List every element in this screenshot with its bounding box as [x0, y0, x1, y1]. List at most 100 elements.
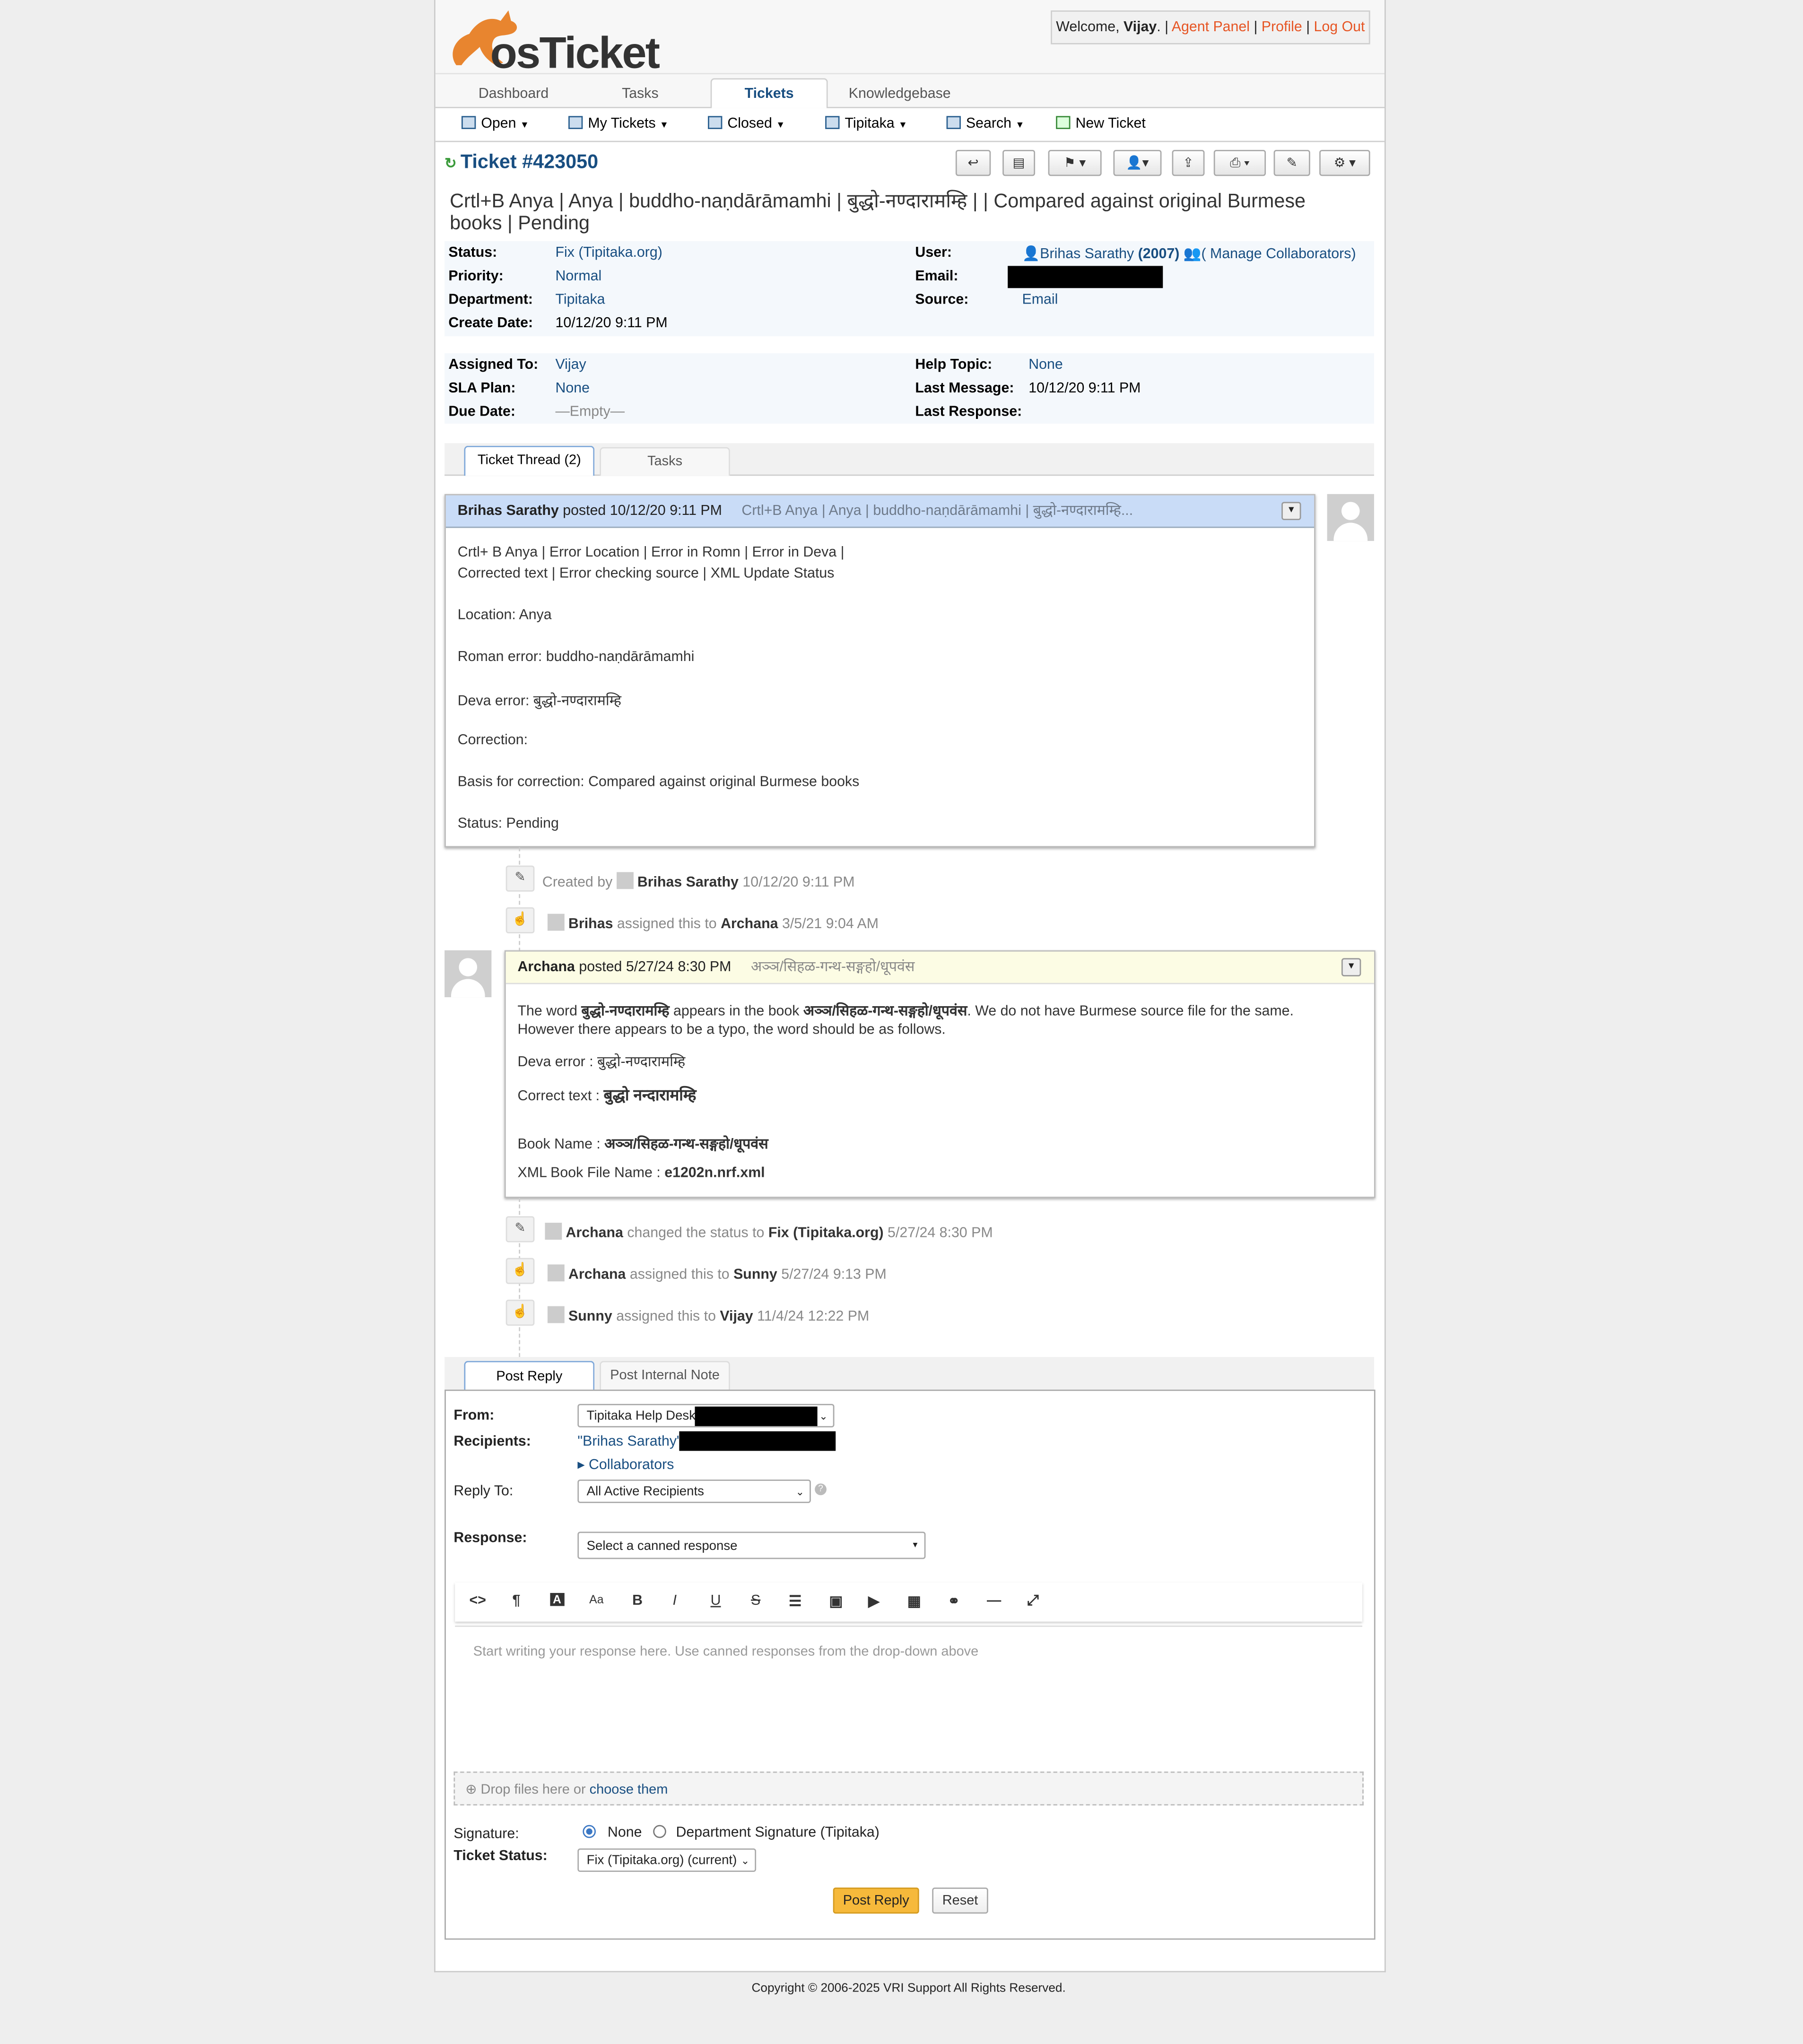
refresh-icon[interactable]: ↻	[444, 157, 456, 172]
image-icon[interactable]: ▣	[829, 1593, 843, 1610]
tab-tickets[interactable]: Tickets	[710, 78, 828, 108]
tab-post-internal-note[interactable]: Post Internal Note	[600, 1361, 730, 1390]
reset-button[interactable]: Reset	[932, 1887, 988, 1914]
avatar	[1327, 494, 1374, 541]
chevron-down-icon: ▼	[911, 1542, 919, 1550]
event-status-changed: Archana changed the status to Fix (Tipit…	[545, 1223, 993, 1241]
subnav-closed[interactable]: Closed ▼	[708, 108, 785, 141]
subnav-my-tickets[interactable]: My Tickets ▼	[568, 108, 669, 141]
choose-files-link[interactable]: choose them	[590, 1782, 668, 1798]
table-icon[interactable]: ▦	[907, 1593, 921, 1610]
search-icon	[946, 116, 961, 129]
pencil-icon: ✎	[505, 1216, 535, 1243]
horizontal-rule-icon[interactable]: —	[987, 1593, 1001, 1609]
entry-author: Archana	[517, 959, 575, 975]
folder-icon	[568, 116, 583, 129]
flag-button[interactable]: ⚑ ▾	[1048, 150, 1102, 176]
event-created: Created by Brihas Sarathy 10/12/20 9:11 …	[542, 872, 855, 890]
event-who: Sunny	[568, 1309, 612, 1325]
transfer-button[interactable]: ⇪	[1172, 150, 1205, 176]
assigned-value[interactable]: Vijay	[555, 357, 586, 373]
from-select[interactable]: Tipitaka Help Desk ⌄	[577, 1404, 835, 1427]
due-date-value[interactable]: —Empty—	[555, 404, 625, 420]
ticket-number[interactable]: ↻ Ticket #423050	[444, 151, 598, 174]
tab-dashboard[interactable]: Dashboard	[479, 82, 549, 107]
logout-link[interactable]: Log Out	[1314, 19, 1365, 35]
list-icon[interactable]: ☰	[789, 1593, 801, 1610]
tab-post-reply[interactable]: Post Reply	[464, 1361, 595, 1392]
mini-avatar	[545, 1223, 562, 1240]
department-value[interactable]: Tipitaka	[555, 292, 605, 308]
fullscreen-icon[interactable]: ⤢	[1028, 1593, 1039, 1610]
bold-icon[interactable]: B	[632, 1593, 643, 1609]
print-button[interactable]: ⎙ ▾	[1213, 150, 1266, 176]
paragraph-icon[interactable]: ¶	[513, 1593, 521, 1609]
sla-value[interactable]: None	[555, 381, 590, 396]
tab-ticket-thread[interactable]: Ticket Thread (2)	[464, 445, 595, 476]
pdf-button[interactable]: ▤	[1002, 150, 1036, 176]
entry-body: Crtl+ B Anya | Error Location | Error in…	[458, 542, 1292, 842]
profile-link[interactable]: Profile	[1262, 19, 1302, 35]
underline-icon[interactable]: U	[711, 1593, 721, 1609]
assign-button[interactable]: 👤▾	[1113, 150, 1162, 176]
sub-nav: Open ▼ My Tickets ▼ Closed ▼ Tipitaka ▼ Sear…	[435, 108, 1385, 142]
reply-to-select[interactable]: All Active Recipients ⌄	[577, 1479, 811, 1503]
create-date-label: Create Date:	[448, 315, 533, 331]
entry-options-button[interactable]: ▼	[1341, 958, 1361, 976]
reply-button[interactable]: ↩	[955, 150, 991, 176]
code-view-icon[interactable]: <>	[470, 1593, 486, 1609]
agent-panel-link[interactable]: Agent Panel	[1172, 19, 1250, 35]
ticket-status-select[interactable]: Fix (Tipitaka.org) (current) ⌄	[577, 1848, 757, 1872]
source-value[interactable]: Email	[1022, 292, 1058, 308]
subnav-new-ticket[interactable]: New Ticket	[1056, 108, 1146, 141]
user-icon: 👤▾	[1126, 156, 1149, 171]
collaborators-toggle[interactable]: ▸ Collaborators	[577, 1456, 674, 1473]
settings-button[interactable]: ⚙ ▾	[1319, 150, 1370, 176]
font-size-icon[interactable]: Aa	[589, 1593, 603, 1606]
subnav-search[interactable]: Search ▼	[946, 108, 1024, 141]
manage-collaborators-link[interactable]: ( Manage Collaborators)	[1202, 246, 1356, 262]
ticket-info-top: Status: Fix (Tipitaka.org) Priority: Nor…	[444, 241, 1374, 337]
file-dropzone[interactable]: ⊕ Drop files here or choose them	[453, 1771, 1364, 1806]
from-redacted	[695, 1406, 818, 1426]
entry-title: अञ्ञ/सिहळ-गन्थ-सङ्गहो/धूपवंस	[750, 959, 915, 975]
status-value[interactable]: Fix (Tipitaka.org)	[555, 245, 662, 261]
tab-knowledgebase[interactable]: Knowledgebase	[849, 82, 951, 107]
canned-response-select[interactable]: Select a canned response ▼	[577, 1531, 926, 1559]
mini-avatar	[547, 913, 565, 931]
subnav-open-label: Open	[481, 116, 516, 132]
italic-icon[interactable]: I	[673, 1593, 677, 1609]
help-icon[interactable]: ?	[815, 1483, 827, 1496]
priority-value[interactable]: Normal	[555, 269, 601, 284]
tab-tasks-thread[interactable]: Tasks	[600, 447, 730, 476]
thumbs-up-icon: ☝	[505, 1258, 535, 1284]
reply-editor[interactable]: Start writing your response here. Use ca…	[455, 1625, 1363, 1773]
avatar	[444, 950, 492, 998]
mini-avatar	[616, 872, 634, 889]
edit-icon: ✎	[1286, 156, 1298, 171]
logo[interactable]: osTicket	[443, 3, 660, 78]
editor-placeholder: Start writing your response here. Use ca…	[473, 1644, 979, 1660]
entry-line: XML Book File Name : e1202n.nrf.xml	[517, 1165, 765, 1181]
post-reply-button[interactable]: Post Reply	[833, 1887, 919, 1914]
strikethrough-icon[interactable]: S	[751, 1593, 760, 1609]
tab-tasks[interactable]: Tasks	[622, 82, 659, 107]
entry-line: Deva error : बुद्धो-नण्दारामम्हि	[517, 1054, 686, 1070]
subnav-open[interactable]: Open ▼	[461, 108, 529, 141]
entry-line: Roman error: buddho-naṇdārāmamhi	[457, 649, 695, 665]
subnav-tipitaka[interactable]: Tipitaka ▼	[825, 108, 907, 141]
signature-label: Signature:	[453, 1826, 519, 1842]
radio-dept-signature[interactable]	[653, 1825, 667, 1838]
edit-button[interactable]: ✎	[1273, 150, 1310, 176]
link-icon[interactable]: ⚭	[948, 1593, 959, 1610]
help-topic-value[interactable]: None	[1028, 357, 1063, 373]
event-text: assigned this to	[616, 1309, 716, 1325]
recipients-value[interactable]: "Brihas Sarathy"	[577, 1434, 681, 1450]
department-label: Department:	[448, 292, 533, 308]
video-icon[interactable]: ▶	[868, 1593, 879, 1610]
radio-none[interactable]	[583, 1825, 596, 1838]
entry-options-button[interactable]: ▼	[1281, 502, 1301, 521]
user-value[interactable]: 👤Brihas Sarathy (2007) 👥( Manage Collabo…	[1022, 245, 1356, 262]
priority-label: Priority:	[448, 268, 504, 285]
font-color-icon[interactable]: A	[550, 1593, 564, 1606]
